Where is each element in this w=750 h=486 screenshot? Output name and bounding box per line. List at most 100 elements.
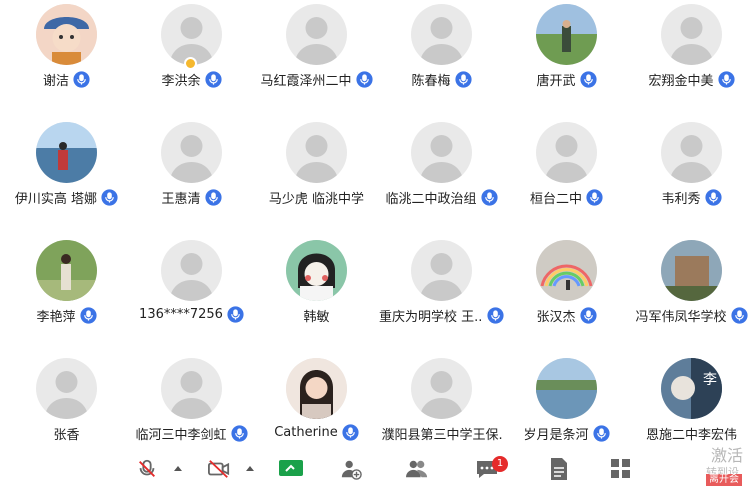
participant-tile[interactable]: 张汉杰 — [504, 238, 629, 350]
participant-label: 恩施二中李宏伟 — [629, 424, 750, 443]
participant-name: 李洪余 — [161, 74, 201, 89]
avatar — [411, 240, 472, 301]
participant-name: 谢洁 — [42, 74, 69, 89]
participant-label: 韩敏 — [254, 306, 379, 325]
participant-name: 岁月是条河 — [523, 428, 589, 443]
participant-label: 唐开武 — [504, 70, 629, 89]
mic-icon — [480, 189, 498, 206]
avatar — [661, 4, 722, 65]
participant-name: 宏翔金中美 — [648, 74, 714, 89]
participant-name: 临洮二中政治组 — [385, 192, 477, 207]
avatar — [161, 240, 222, 301]
participant-name: 张汉杰 — [536, 310, 576, 325]
camera-off-icon[interactable] — [206, 456, 232, 482]
mic-icon — [355, 71, 373, 88]
mic-icon — [101, 189, 118, 206]
document-icon[interactable] — [546, 456, 572, 482]
mic-icon — [454, 71, 472, 88]
mic-options-caret[interactable] — [174, 466, 182, 471]
participant-label: 谢洁 — [4, 70, 129, 89]
participant-tile[interactable]: 王惠清 — [129, 120, 254, 232]
participant-name: 136****7256 — [139, 307, 223, 322]
participant-label: 136****7256 — [129, 306, 254, 323]
participant-name: 陈春梅 — [411, 74, 451, 89]
svg-text:李: 李 — [703, 372, 717, 388]
avatar — [286, 4, 347, 65]
participant-tile[interactable]: 重庆为明学校 王... — [379, 238, 504, 350]
participant-label: 桓台二中 — [504, 188, 629, 207]
avatar — [661, 122, 722, 183]
participant-label: Catherine — [254, 424, 379, 441]
participant-tile[interactable]: 宏翔金中美 — [629, 2, 750, 114]
avatar — [536, 122, 597, 183]
participant-tile[interactable]: 李洪余 — [129, 2, 254, 114]
mic-icon — [592, 425, 610, 442]
avatar — [536, 4, 597, 65]
participant-name: 马少虎 临洮中学 — [268, 192, 365, 207]
chat-unread-badge: 1 — [492, 456, 508, 472]
add-user-icon[interactable] — [338, 456, 364, 482]
participant-name: 韦利秀 — [661, 192, 701, 207]
participant-name: Catherine — [274, 425, 338, 440]
mic-icon — [487, 307, 504, 324]
avatar — [286, 240, 347, 301]
avatar — [536, 240, 597, 301]
mic-icon — [230, 425, 248, 442]
mic-icon — [204, 189, 222, 206]
participant-label: 张汉杰 — [504, 306, 629, 325]
participant-tile[interactable]: 陈春梅 — [379, 2, 504, 114]
participant-name: 张香 — [53, 428, 80, 443]
avatar — [36, 122, 97, 183]
participant-name: 濮阳县第三中学王保... — [381, 428, 502, 443]
participant-tile[interactable]: 韦利秀 — [629, 120, 750, 232]
host-badge-icon — [184, 57, 197, 70]
camera-options-caret[interactable] — [246, 466, 254, 471]
mic-icon — [204, 71, 222, 88]
meeting-toolbar — [0, 448, 750, 482]
mic-icon — [79, 307, 97, 324]
participant-name: 临河三中李剑虹 — [135, 428, 227, 443]
mic-icon — [73, 71, 90, 88]
apps-grid-icon[interactable] — [608, 456, 634, 482]
avatar — [36, 240, 97, 301]
participant-tile[interactable]: 唐开武 — [504, 2, 629, 114]
avatar — [161, 4, 222, 65]
mic-muted-icon[interactable] — [134, 456, 160, 482]
participant-tile[interactable]: 谢洁 — [4, 2, 129, 114]
participant-tile[interactable]: 韩敏 — [254, 238, 379, 350]
participant-tile[interactable]: 马少虎 临洮中学 — [254, 120, 379, 232]
participant-label: 李洪余 — [129, 70, 254, 89]
participant-tile[interactable]: 李艳萍 — [4, 238, 129, 350]
avatar — [161, 122, 222, 183]
participant-label: 韦利秀 — [629, 188, 750, 207]
participant-tile[interactable]: 冯军伟凤华学校 — [629, 238, 750, 350]
participant-name: 冯军伟凤华学校 — [635, 310, 727, 325]
avatar — [36, 358, 97, 419]
avatar — [161, 358, 222, 419]
participant-name: 恩施二中李宏伟 — [645, 428, 737, 443]
avatar — [36, 4, 97, 65]
participant-tile[interactable]: 桓台二中 — [504, 120, 629, 232]
participant-tile[interactable]: 临洮二中政治组 — [379, 120, 504, 232]
participant-label: 王惠清 — [129, 188, 254, 207]
participant-label: 李艳萍 — [4, 306, 129, 325]
leave-meeting-button[interactable]: 离开会 — [706, 474, 742, 486]
avatar — [411, 358, 472, 419]
participant-label: 重庆为明学校 王... — [379, 306, 504, 325]
participant-tile[interactable]: 136****7256 — [129, 238, 254, 350]
participant-label: 马红霞泽州二中 — [254, 70, 379, 89]
avatar: 李 — [661, 358, 722, 419]
mic-icon — [579, 307, 597, 324]
participants-icon[interactable] — [404, 456, 430, 482]
mic-icon — [342, 424, 359, 441]
participant-tile[interactable]: 伊川实高 塔娜 — [4, 120, 129, 232]
participant-name: 唐开武 — [536, 74, 576, 89]
avatar — [286, 122, 347, 183]
participant-label: 张香 — [4, 424, 129, 443]
mic-icon — [717, 71, 735, 88]
share-screen-icon[interactable] — [278, 456, 304, 482]
participant-tile[interactable]: 马红霞泽州二中 — [254, 2, 379, 114]
avatar — [411, 4, 472, 65]
avatar — [286, 358, 347, 419]
participant-label: 马少虎 临洮中学 — [254, 188, 379, 207]
